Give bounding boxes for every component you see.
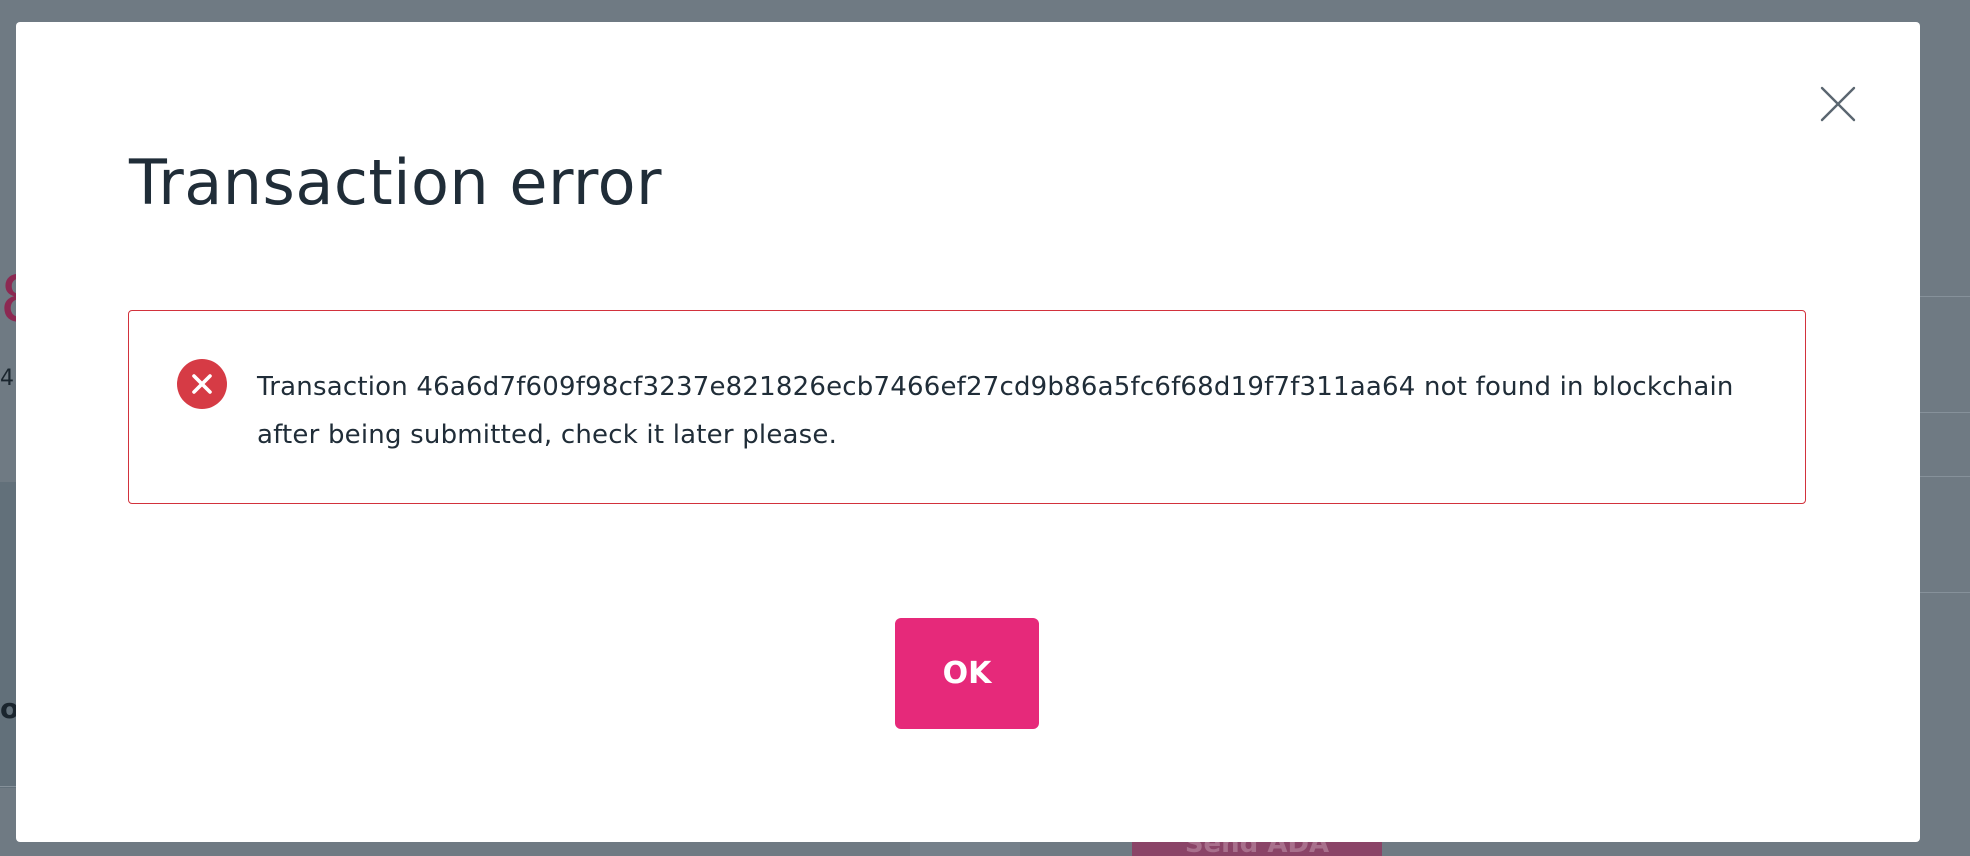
error-message-text: Transaction 46a6d7f609f98cf3237e821826ec… xyxy=(257,372,1734,450)
background-divider xyxy=(0,786,16,787)
error-icon xyxy=(177,359,227,409)
background-panel xyxy=(0,482,16,788)
transaction-error-dialog: Transaction error Transaction 46a6d7f609… xyxy=(16,22,1920,842)
close-button[interactable] xyxy=(1816,82,1860,126)
error-message-box: Transaction 46a6d7f609f98cf3237e821826ec… xyxy=(128,310,1806,504)
dialog-title: Transaction error xyxy=(129,146,662,219)
close-icon xyxy=(1820,86,1856,122)
background-balance-subtext: 4 xyxy=(0,366,14,391)
ok-button[interactable]: OK xyxy=(895,618,1039,729)
